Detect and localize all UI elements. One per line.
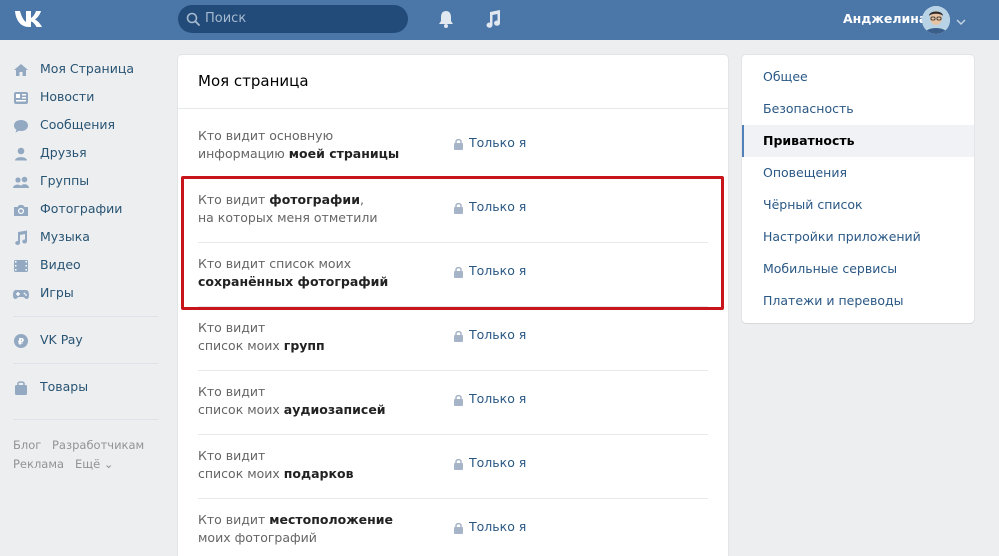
sidebar-item-groups[interactable]: Группы <box>0 168 170 196</box>
sidebar-item-label: Группы <box>40 173 90 188</box>
sidebar-item-goods[interactable]: Товары <box>0 374 170 402</box>
search-input[interactable]: Поиск <box>178 5 408 33</box>
top-header-bar: Поиск Анджелина <box>0 0 999 40</box>
lock-icon <box>454 394 463 406</box>
shopping-bag-icon <box>15 381 27 395</box>
vkpay-icon: ₽ <box>14 334 28 348</box>
sidebar-divider <box>13 363 158 364</box>
notifications-bell-icon[interactable] <box>438 10 454 32</box>
settings-menu-item-payments[interactable]: Платежи и переводы <box>742 285 974 317</box>
privacy-question: Кто видит список моих групп <box>198 320 325 353</box>
settings-menu-item-app-settings[interactable]: Настройки приложений <box>742 221 974 253</box>
sidebar-item-label: Товары <box>40 379 89 394</box>
sidebar-item-my-page[interactable]: Моя Страница <box>0 56 170 84</box>
sidebar-item-news[interactable]: Новости <box>0 84 170 112</box>
sidebar-item-friends[interactable]: Друзья <box>0 140 170 168</box>
sidebar-item-messages[interactable]: Сообщения <box>0 112 170 140</box>
photos-icon <box>14 205 28 216</box>
footer-link-ads[interactable]: Реклама <box>13 457 64 471</box>
chevron-down-icon[interactable] <box>956 15 966 30</box>
privacy-question: Кто видит список моих подарков <box>198 448 354 481</box>
privacy-row: Кто видит местоположение моих фотографий… <box>198 512 527 545</box>
sidebar-item-label: Видео <box>40 257 81 272</box>
privacy-row: Кто видит список моих подарков Только я <box>198 448 527 481</box>
sidebar-item-label: VK Pay <box>40 332 83 347</box>
row-divider <box>198 242 708 243</box>
row-divider <box>198 498 708 499</box>
games-icon <box>13 290 29 299</box>
privacy-row: Кто видит основную информацию моей стран… <box>198 128 527 161</box>
user-avatar[interactable] <box>922 6 950 34</box>
sidebar-item-label: Друзья <box>40 145 87 160</box>
lock-icon <box>454 522 463 534</box>
settings-menu-item-general[interactable]: Общее <box>742 61 974 93</box>
sidebar-item-video[interactable]: Видео <box>0 252 170 280</box>
sidebar-item-label: Фотографии <box>40 201 123 216</box>
music-player-icon[interactable] <box>484 9 502 33</box>
privacy-row: Кто видит список моих аудиозаписей Тольк… <box>198 384 527 417</box>
messages-icon <box>14 120 28 133</box>
row-divider <box>198 178 708 179</box>
card-header: Моя страница <box>178 55 728 109</box>
sidebar-item-label: Моя Страница <box>40 61 134 76</box>
settings-menu-item-privacy[interactable]: Приватность <box>742 125 974 157</box>
lock-icon <box>454 458 463 470</box>
page-title: Моя страница <box>198 72 309 90</box>
vk-logo-icon[interactable] <box>13 7 47 31</box>
sidebar-item-photos[interactable]: Фотографии <box>0 196 170 224</box>
row-divider <box>198 370 708 371</box>
sidebar-divider <box>13 316 158 317</box>
footer-link-developers[interactable]: Разработчикам <box>52 438 144 452</box>
svg-text:₽: ₽ <box>18 338 24 348</box>
search-icon <box>186 12 200 26</box>
groups-icon <box>13 176 29 188</box>
video-icon <box>14 260 28 272</box>
sidebar-item-music[interactable]: Музыка <box>0 224 170 252</box>
lock-icon <box>454 202 463 214</box>
sidebar-item-label: Игры <box>40 285 74 300</box>
sidebar-item-vkpay[interactable]: ₽ VK Pay <box>0 327 170 355</box>
friends-icon <box>15 147 27 161</box>
privacy-row: Кто видит список моих групп Только я <box>198 320 527 353</box>
privacy-question: Кто видит список моих сохранённых фотогр… <box>198 256 389 289</box>
lock-icon <box>454 266 463 278</box>
privacy-row: Кто видит список моих сохранённых фотогр… <box>198 256 527 289</box>
settings-menu-item-mobile-services[interactable]: Мобильные сервисы <box>742 253 974 285</box>
privacy-question: Кто видит фотографии, на которых меня от… <box>198 192 378 225</box>
privacy-row: Кто видит фотографии, на которых меня от… <box>198 192 527 225</box>
row-divider <box>198 434 708 435</box>
settings-menu-item-security[interactable]: Безопасность <box>742 93 974 125</box>
sidebar-item-label: Музыка <box>40 229 90 244</box>
sidebar-item-games[interactable]: Игры <box>0 280 170 308</box>
privacy-question: Кто видит местоположение моих фотографий <box>198 512 393 545</box>
settings-menu: Общее Безопасность Приватность Оповещени… <box>742 55 974 323</box>
chevron-down-icon: ⌄ <box>103 457 114 471</box>
news-icon <box>14 92 28 104</box>
home-icon <box>14 64 28 76</box>
settings-menu-item-notifications[interactable]: Оповещения <box>742 157 974 189</box>
user-name[interactable]: Анджелина <box>843 11 927 26</box>
lock-icon <box>454 138 463 150</box>
sidebar-item-label: Новости <box>40 89 95 104</box>
footer-link-blog[interactable]: Блог <box>13 438 41 452</box>
sidebar-item-label: Сообщения <box>40 117 116 132</box>
search-placeholder: Поиск <box>205 11 247 26</box>
footer-more-label: Ещё <box>75 457 101 471</box>
row-divider <box>198 306 708 307</box>
privacy-question: Кто видит основную информацию моей стран… <box>198 128 400 161</box>
lock-icon <box>454 330 463 342</box>
privacy-settings-card: Моя страница Кто видит основную информац… <box>178 55 728 556</box>
music-icon <box>15 230 27 245</box>
footer-link-more[interactable]: Ещё ⌄ <box>75 457 113 471</box>
settings-menu-item-blacklist[interactable]: Чёрный список <box>742 189 974 221</box>
privacy-question: Кто видит список моих аудиозаписей <box>198 384 386 417</box>
sidebar-divider <box>13 419 158 420</box>
